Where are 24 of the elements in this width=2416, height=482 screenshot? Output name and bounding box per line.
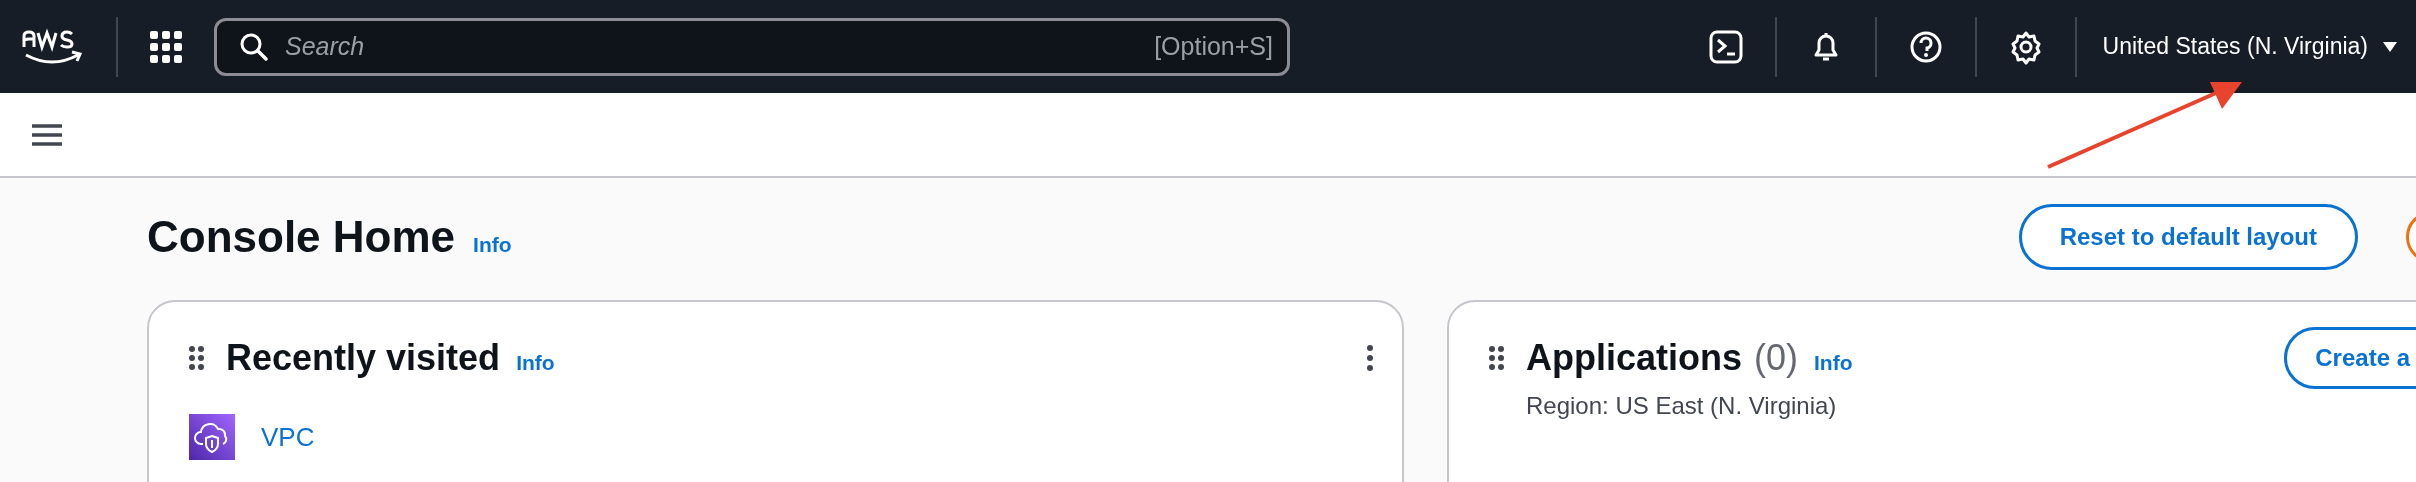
- item-count: (0): [1754, 337, 1799, 379]
- more-options-icon[interactable]: [1366, 345, 1374, 371]
- cloud-shield-icon: [189, 414, 235, 460]
- region-label: Region: US East (N. Virginia): [1526, 392, 1838, 420]
- search-field[interactable]: Search: [285, 32, 1155, 61]
- page-title: Console Home: [147, 212, 456, 262]
- menu-icon[interactable]: [32, 123, 62, 146]
- service-link[interactable]: VPC: [261, 421, 315, 453]
- reset-layout-button[interactable]: Reset to default layout: [2018, 204, 2358, 270]
- info-link[interactable]: Info: [1814, 351, 1853, 375]
- terminal-icon[interactable]: [1707, 28, 1744, 65]
- widget-title: Recently visited: [226, 337, 501, 379]
- info-link[interactable]: Info: [516, 351, 555, 375]
- region-selector[interactable]: United States (N. Virginia): [2076, 33, 2416, 60]
- info-link[interactable]: Info: [473, 233, 512, 257]
- drag-handle-icon[interactable]: [189, 346, 204, 370]
- create-button[interactable]: Create a: [2284, 327, 2416, 389]
- search-bar[interactable]: Search [Option+S]: [214, 17, 1290, 76]
- caret-icon: [2382, 40, 2398, 53]
- drag-handle-icon[interactable]: [1489, 346, 1504, 370]
- apps-grid-icon[interactable]: [150, 30, 182, 63]
- search-icon: [239, 31, 269, 62]
- widget-title: Applications: [1526, 337, 1743, 379]
- shortcut-hint: [Option+S]: [1154, 32, 1273, 61]
